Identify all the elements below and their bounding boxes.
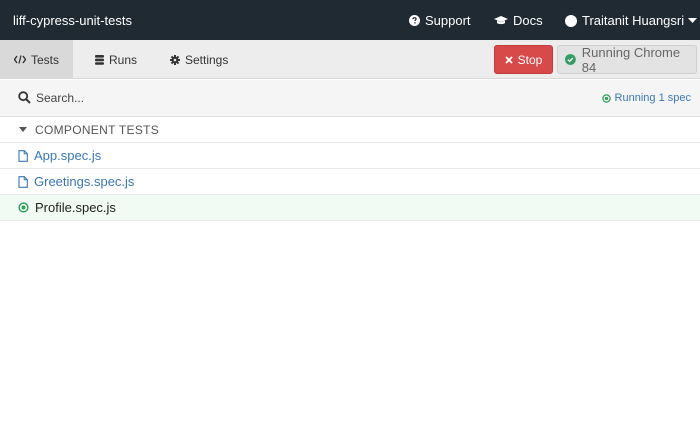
close-icon <box>505 55 513 64</box>
spec-file-profile[interactable]: Profile.spec.js <box>0 195 700 221</box>
tab-runs-label: Runs <box>109 52 138 67</box>
caret-down-icon <box>19 127 27 132</box>
project-name: liff-cypress-unit-tests <box>13 13 132 28</box>
caret-down-icon <box>688 17 698 23</box>
question-circle-icon <box>409 15 420 26</box>
tab-runs[interactable]: Runs <box>95 40 137 79</box>
running-dot-icon <box>601 93 611 103</box>
browser-label: Running Chrome 84 <box>581 44 681 75</box>
support-link[interactable]: Support <box>409 13 471 28</box>
search-bar: Running 1 spec <box>0 80 700 117</box>
spec-file-label: App.spec.js <box>34 148 102 163</box>
running-status-label: Running 1 spec <box>614 92 691 104</box>
folder-component-tests[interactable]: COMPONENT TESTS <box>0 117 700 143</box>
search-icon <box>18 91 31 104</box>
search-input[interactable] <box>36 88 336 108</box>
tab-settings[interactable]: Settings <box>170 40 228 79</box>
top-header: liff-cypress-unit-tests Support Docs Tra… <box>0 0 700 40</box>
user-avatar-icon <box>565 14 577 27</box>
stop-button[interactable]: Stop <box>494 45 553 74</box>
spec-file-label: Greetings.spec.js <box>34 174 135 189</box>
docs-link[interactable]: Docs <box>494 13 543 28</box>
graduation-cap-icon <box>494 16 508 25</box>
spec-file-greetings[interactable]: Greetings.spec.js <box>0 169 700 195</box>
support-label: Support <box>425 13 471 28</box>
spec-file-app[interactable]: App.spec.js <box>0 143 700 169</box>
running-status: Running 1 spec <box>601 92 691 104</box>
folder-label: COMPONENT TESTS <box>35 122 160 137</box>
stop-label: Stop <box>517 52 543 67</box>
tab-tests-label: Tests <box>30 52 59 67</box>
code-icon <box>13 55 26 64</box>
browser-selector[interactable]: Running Chrome 84 <box>557 44 697 75</box>
user-menu[interactable]: Traitanit Huangsri <box>565 13 698 28</box>
tab-settings-label: Settings <box>185 52 229 67</box>
tab-tests[interactable]: Tests <box>0 40 73 79</box>
check-circle-icon <box>565 54 576 65</box>
spec-file-label: Profile.spec.js <box>35 200 116 215</box>
nav-bar: Tests Runs Settings Stop Running Chrome … <box>0 40 700 79</box>
database-icon <box>95 54 104 65</box>
docs-label: Docs <box>513 13 543 28</box>
user-name: Traitanit Huangsri <box>582 13 685 28</box>
running-dot-icon <box>18 202 29 213</box>
file-icon <box>18 149 28 162</box>
gear-icon <box>170 54 180 65</box>
file-icon <box>18 175 28 188</box>
